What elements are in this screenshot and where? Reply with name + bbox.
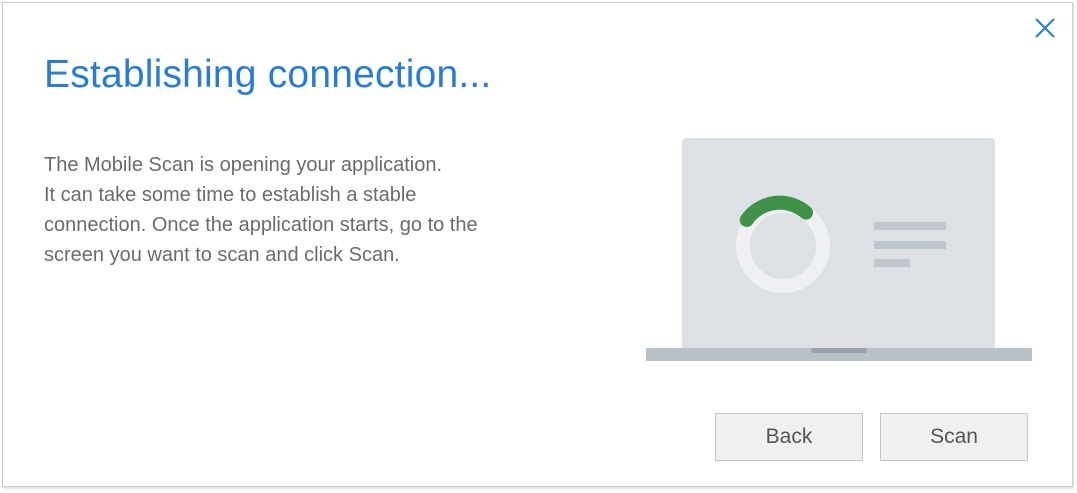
dialog-description: The Mobile Scan is opening your applicat… bbox=[44, 150, 564, 270]
dialog-title: Establishing connection... bbox=[44, 53, 492, 96]
description-line: screen you want to scan and click Scan. bbox=[44, 244, 400, 266]
laptop-loading-icon bbox=[646, 138, 1032, 361]
close-button[interactable] bbox=[1032, 15, 1058, 41]
description-line: connection. Once the application starts,… bbox=[44, 214, 478, 236]
placeholder-line bbox=[874, 241, 946, 249]
connection-dialog: Establishing connection... The Mobile Sc… bbox=[2, 2, 1073, 487]
description-line: The Mobile Scan is opening your applicat… bbox=[44, 154, 443, 176]
placeholder-line bbox=[874, 222, 946, 230]
description-line: It can take some time to establish a sta… bbox=[44, 184, 417, 206]
placeholder-line bbox=[874, 259, 910, 267]
laptop-screen bbox=[682, 138, 995, 350]
scan-button[interactable]: Scan bbox=[880, 413, 1028, 461]
laptop-notch bbox=[811, 348, 867, 353]
laptop-illustration bbox=[646, 138, 1032, 363]
back-button[interactable]: Back bbox=[715, 413, 863, 461]
close-icon bbox=[1035, 18, 1055, 38]
